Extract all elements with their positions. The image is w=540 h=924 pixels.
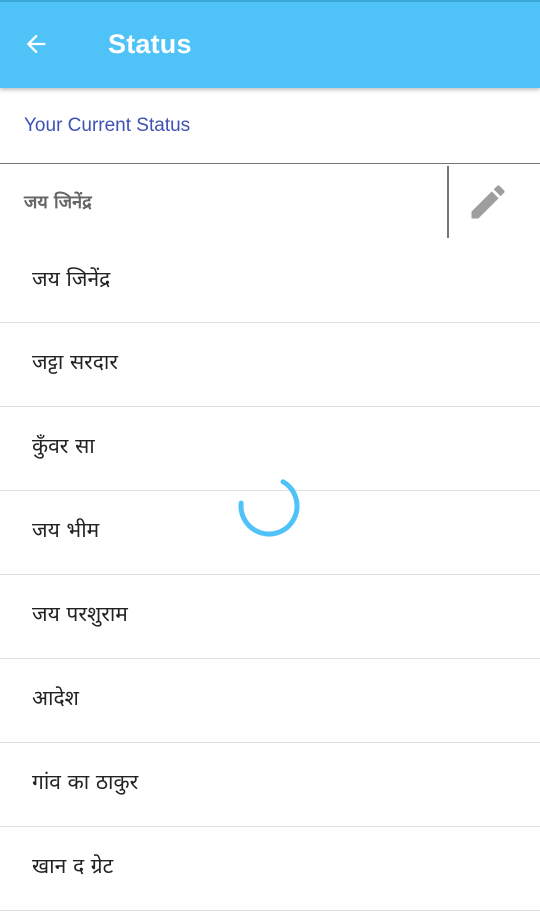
status-screen: Status Your Current Status जय जिनेंद्र ज… bbox=[0, 0, 540, 924]
list-item-label: कुँवर सा bbox=[32, 434, 95, 458]
list-item[interactable]: खान द ग्रेट bbox=[0, 827, 540, 911]
list-item-label: जय भीम bbox=[32, 518, 100, 542]
list-item-label: जय जिनेंद्र bbox=[32, 267, 111, 291]
list-item-label: गांव का ठाकुर bbox=[32, 770, 139, 794]
app-bar: Status bbox=[0, 0, 540, 88]
loading-spinner-icon bbox=[238, 475, 300, 537]
arrow-left-icon bbox=[26, 34, 46, 54]
list-item[interactable]: गांव का ठाकुर bbox=[0, 743, 540, 827]
status-list: जय जिनेंद्र जट्टा सरदार कुँवर सा जय भीम … bbox=[0, 240, 540, 911]
back-button[interactable] bbox=[16, 24, 56, 64]
pencil-icon bbox=[471, 185, 505, 219]
current-status-value: जय जिनेंद्र bbox=[24, 192, 92, 213]
list-item[interactable]: जय परशुराम bbox=[0, 575, 540, 659]
edit-status-button[interactable] bbox=[462, 176, 514, 228]
vertical-divider bbox=[447, 166, 449, 238]
page-title: Status bbox=[108, 29, 192, 59]
list-item-label: आदेश bbox=[32, 686, 79, 710]
list-item-label: जट्टा सरदार bbox=[32, 350, 118, 374]
list-item-label: खान द ग्रेट bbox=[32, 854, 114, 878]
list-item-label: जय परशुराम bbox=[32, 602, 128, 626]
list-item[interactable]: आदेश bbox=[0, 659, 540, 743]
current-status-row: जय जिनेंद्र bbox=[0, 164, 540, 240]
current-status-label: Your Current Status bbox=[24, 115, 191, 136]
list-item[interactable]: जय जिनेंद्र bbox=[0, 240, 540, 323]
list-item[interactable]: जट्टा सरदार bbox=[0, 323, 540, 407]
